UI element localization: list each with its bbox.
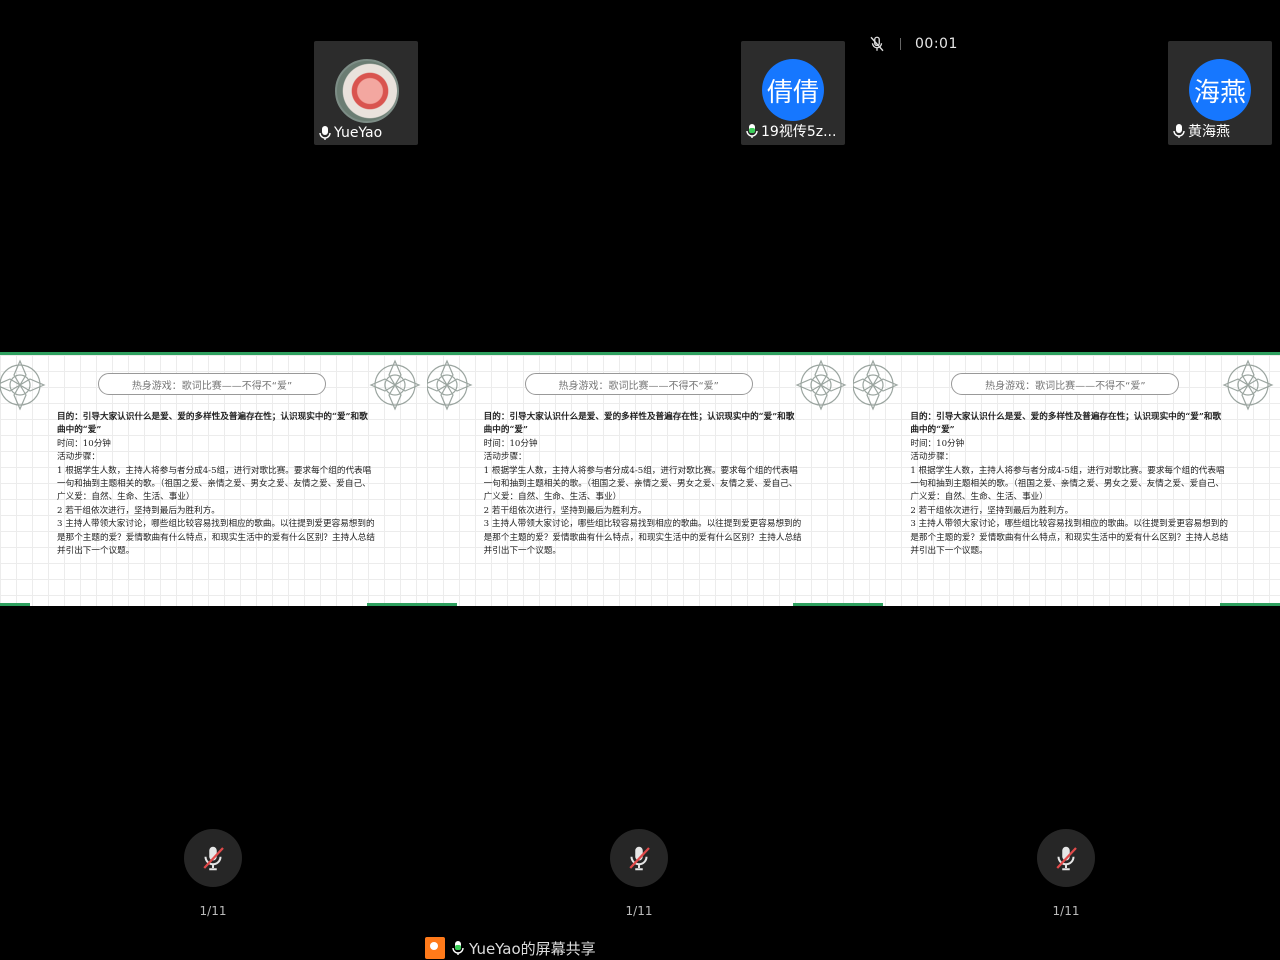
participant-tile-haiyan[interactable]: 海燕 黄海燕: [1168, 41, 1272, 145]
unmute-button[interactable]: [184, 829, 242, 887]
page-indicator: 1/11: [1052, 904, 1080, 918]
slide-line: 1 根据学生人数，主持人将参与者分成4-5组，进行对歌比赛。要求每个组的代表唱一…: [57, 465, 372, 503]
participant-tile-yueyao[interactable]: YueYao: [314, 41, 418, 145]
slide-line: 活动步骤：: [57, 452, 100, 463]
accent-bar: [853, 603, 884, 606]
mic-muted-icon: [203, 846, 224, 871]
unmute-button[interactable]: [1037, 829, 1095, 887]
floral-ornament-icon: [426, 359, 473, 411]
mic-muted-icon: [1056, 846, 1077, 871]
accent-bar: [0, 603, 30, 606]
accent-bar: [1220, 603, 1280, 606]
slide-line: 1 根据学生人数，主持人将参与者分成4-5组，进行对歌比赛。要求每个组的代表唱一…: [910, 465, 1225, 503]
avatar: 倩倩: [762, 59, 824, 121]
slide-panel-2[interactable]: 热身游戏：歌词比赛——不得不“爱” 目的：引导大家认识什么是爱、爱的多样性及普遍…: [426, 352, 854, 606]
floral-ornament-icon: [1222, 359, 1274, 411]
avatar: [335, 59, 399, 123]
slide-line: 3 主持人带领大家讨论，哪些组比较容易找到相应的歌曲。以往提到爱更容易想到的是那…: [910, 519, 1229, 557]
slide-line: 时间：10分钟: [483, 438, 538, 449]
slide-line: 目的：引导大家认识什么是爱、爱的多样性及普遍存在性；认识现实中的“爱”和歌曲中的…: [483, 412, 795, 436]
participant-label: YueYao: [318, 125, 414, 141]
call-timer: 00:01: [915, 36, 958, 52]
floral-ornament-icon: [0, 359, 46, 411]
slide-line: 活动步骤：: [483, 452, 527, 463]
slide-line: 2 若干组依次进行，坚持到最后为胜利方。: [483, 505, 647, 516]
call-status-bar: 00:01: [868, 34, 958, 54]
mic-icon: [1173, 124, 1185, 138]
floral-ornament-icon: [795, 359, 847, 411]
screen-share-icon: [425, 937, 445, 959]
slide-line: 3 主持人带领大家讨论，哪些组比较容易找到相应的歌曲。以往提到爱更容易想到的是那…: [57, 519, 375, 557]
slide-line: 3 主持人带领大家讨论，哪些组比较容易找到相应的歌曲。以往提到爱更容易想到的是那…: [483, 519, 802, 557]
slide-panel-3[interactable]: 热身游戏：歌词比赛——不得不“爱” 目的：引导大家认识什么是爱、爱的多样性及普遍…: [853, 352, 1280, 606]
slide-title: 热身游戏：歌词比赛——不得不“爱”: [524, 373, 753, 395]
slide-line: 时间：10分钟: [910, 438, 965, 449]
accent-bar: [426, 603, 457, 606]
participant-tile-qianqian[interactable]: 倩倩 19视传5z...: [741, 41, 845, 145]
floral-ornament-icon: [369, 359, 421, 411]
slide-line: 活动步骤：: [910, 452, 954, 463]
mic-icon: [319, 126, 331, 140]
accent-bar: [366, 603, 427, 606]
slide-title: 热身游戏：歌词比赛——不得不“爱”: [98, 373, 326, 395]
slide-line: 2 若干组依次进行，坚持到最后为胜利方。: [57, 505, 220, 516]
unmute-button[interactable]: [610, 829, 668, 887]
page-indicator: 1/11: [625, 904, 653, 918]
mic-active-icon: [452, 941, 464, 955]
participant-label: 19视传5z...: [745, 121, 841, 141]
slide-title: 热身游戏：歌词比赛——不得不“爱”: [951, 373, 1180, 395]
participant-label: 黄海燕: [1172, 121, 1268, 141]
slide-line: 时间：10分钟: [57, 438, 111, 449]
slide-line: 目的：引导大家认识什么是爱、爱的多样性及普遍存在性；认识现实中的“爱”和歌曲中的…: [910, 412, 1222, 436]
slide-body: 目的：引导大家认识什么是爱、爱的多样性及普遍存在性；认识现实中的“爱”和歌曲中的…: [484, 411, 802, 558]
mic-active-icon: [746, 124, 758, 138]
slide-body: 目的：引导大家认识什么是爱、爱的多样性及普遍存在性；认识现实中的“爱”和歌曲中的…: [57, 411, 375, 558]
participant-name: YueYao: [334, 125, 383, 141]
shared-screen-slides: 热身游戏：歌词比赛——不得不“爱” 目的：引导大家认识什么是爱、爱的多样性及普遍…: [0, 352, 1280, 606]
mic-muted-icon: [629, 846, 650, 871]
page-indicator: 1/11: [199, 904, 227, 918]
floral-ornament-icon: [853, 359, 899, 411]
slide-body: 目的：引导大家认识什么是爱、爱的多样性及普遍存在性；认识现实中的“爱”和歌曲中的…: [910, 411, 1228, 558]
divider: [900, 38, 901, 50]
screen-share-text: YueYao的屏幕共享: [469, 939, 596, 958]
mic-muted-icon[interactable]: [868, 35, 886, 53]
slide-panel-1[interactable]: 热身游戏：歌词比赛——不得不“爱” 目的：引导大家认识什么是爱、爱的多样性及普遍…: [0, 352, 427, 606]
participant-name: 19视传5z...: [761, 124, 837, 140]
accent-bar: [793, 603, 854, 606]
participant-name: 黄海燕: [1188, 124, 1230, 140]
slide-line: 目的：引导大家认识什么是爱、爱的多样性及普遍存在性；认识现实中的“爱”和歌曲中的…: [57, 412, 368, 436]
avatar: 海燕: [1189, 59, 1251, 121]
slide-line: 1 根据学生人数，主持人将参与者分成4-5组，进行对歌比赛。要求每个组的代表唱一…: [483, 465, 798, 503]
screen-share-label[interactable]: YueYao的屏幕共享: [425, 936, 596, 960]
slide-line: 2 若干组依次进行，坚持到最后为胜利方。: [910, 505, 1074, 516]
